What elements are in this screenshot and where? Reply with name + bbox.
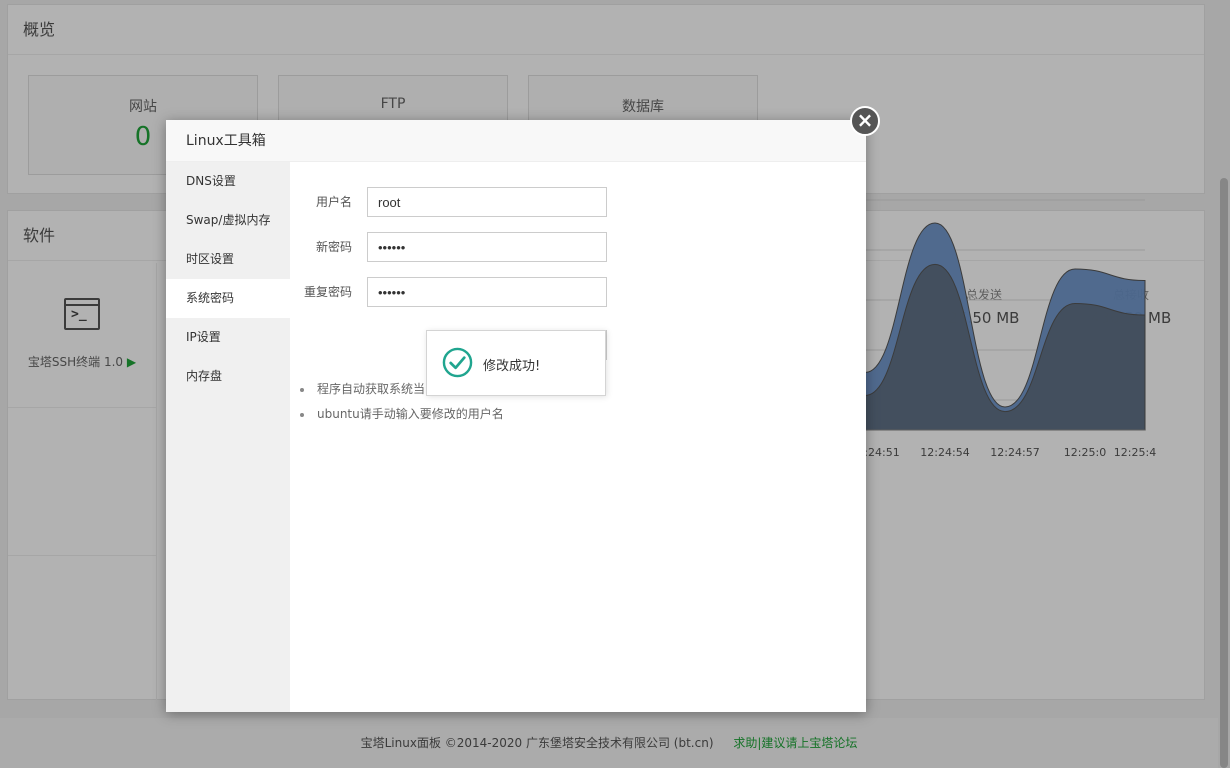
dialog-sidebar: DNS设置 Swap/虚拟内存 时区设置 系统密码 IP设置 内存盘 xyxy=(166,162,290,712)
username-label: 用户名 xyxy=(315,195,352,209)
success-toast: 修改成功! xyxy=(426,330,606,396)
new-password-row: 新密码 xyxy=(290,232,690,262)
close-icon[interactable]: × xyxy=(850,106,880,136)
sidebar-item-ip[interactable]: IP设置 xyxy=(166,318,290,357)
sidebar-item-swap[interactable]: Swap/虚拟内存 xyxy=(166,201,290,240)
sidebar-item-dns[interactable]: DNS设置 xyxy=(166,162,290,201)
username-input[interactable] xyxy=(367,187,607,217)
check-circle-icon xyxy=(442,347,473,378)
sidebar-item-timezone[interactable]: 时区设置 xyxy=(166,240,290,279)
sidebar-item-ramdisk[interactable]: 内存盘 xyxy=(166,357,290,396)
username-row: 用户名 xyxy=(290,187,690,217)
new-password-input[interactable] xyxy=(367,232,607,262)
repeat-password-label: 重复密码 xyxy=(303,285,352,299)
dialog-title: Linux工具箱 xyxy=(166,120,866,162)
repeat-password-row: 重复密码 xyxy=(290,277,690,307)
tip-item: ubuntu请手动输入要修改的用户名 xyxy=(300,402,504,427)
sidebar-item-system-password[interactable]: 系统密码 xyxy=(166,279,290,318)
repeat-password-input[interactable] xyxy=(367,277,607,307)
linux-toolbox-dialog: Linux工具箱 × DNS设置 Swap/虚拟内存 时区设置 系统密码 IP设… xyxy=(166,106,880,712)
toast-message: 修改成功! xyxy=(483,359,541,374)
new-password-label: 新密码 xyxy=(315,240,352,254)
dialog-body: 用户名 新密码 重复密码 程序自动获取系统当 ubuntu请手动输入要修改的用户… xyxy=(290,162,866,712)
